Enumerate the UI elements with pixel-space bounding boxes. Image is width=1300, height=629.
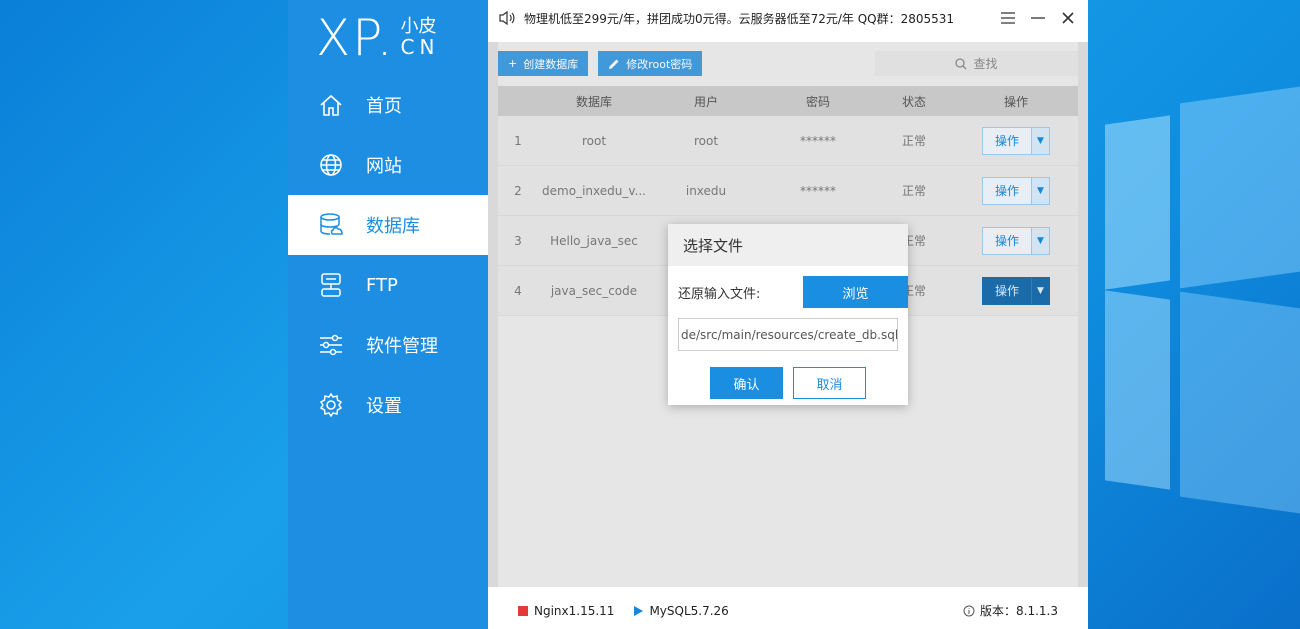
browse-button[interactable]: 浏览: [803, 276, 908, 308]
dialog-title: 选择文件: [668, 224, 908, 266]
cancel-button[interactable]: 取消: [793, 367, 866, 399]
announcement-bar: 物理机低至299元/年，拼团成功0元得。云服务器低至72元/年 QQ群：2805…: [488, 0, 1088, 36]
nginx-status[interactable]: Nginx1.15.11: [518, 604, 614, 618]
sliders-icon: [320, 334, 342, 356]
status-bar: Nginx1.15.11 MySQL5.7.26 版本：8.1.1.3: [488, 592, 1088, 629]
sidebar-item-label: 数据库: [366, 216, 420, 237]
plus-icon: +: [508, 57, 518, 70]
row-number: 4: [514, 283, 522, 298]
sidebar-item-label: 网站: [366, 156, 402, 177]
info-icon: [963, 605, 975, 616]
mysql-status[interactable]: MySQL5.7.26: [634, 603, 729, 618]
logo-top: 小皮: [400, 15, 437, 37]
row-action-button[interactable]: 操作 ▼: [982, 126, 1050, 155]
sidebar-item-label: 首页: [366, 96, 402, 117]
table-row: 2 demo_inxedu_v... inxedu ****** 正常 操作 ▼: [498, 166, 1078, 216]
table-header: 数据库 用户 密码 状态 操作: [498, 86, 1078, 116]
chevron-down-icon[interactable]: ▼: [1031, 177, 1049, 204]
sidebar-item-database[interactable]: 数据库: [288, 195, 488, 255]
header-password: 密码: [805, 94, 830, 109]
row-number: 3: [514, 233, 522, 248]
row-password: ******: [800, 133, 836, 148]
row-action-button[interactable]: 操作 ▼: [982, 176, 1050, 205]
sidebar: XP. 小皮 CN 首页 网站 数据库 FTP 软件管理 设置: [288, 0, 488, 629]
logo: XP. 小皮 CN: [288, 0, 488, 75]
chevron-down-icon[interactable]: ▼: [1031, 227, 1049, 254]
header-user: 用户: [693, 94, 718, 109]
sidebar-item-software[interactable]: 软件管理: [288, 315, 488, 375]
change-root-password-button[interactable]: 修改root密码: [598, 51, 703, 76]
row-password: ******: [800, 183, 836, 198]
search-placeholder: 查找: [973, 57, 998, 71]
row-database: demo_inxedu_v...: [542, 183, 646, 198]
search-input[interactable]: 查找: [875, 51, 1078, 76]
create-database-label: 创建数据库: [523, 57, 579, 71]
sidebar-item-label: 软件管理: [366, 336, 438, 357]
database-icon: [320, 213, 343, 235]
speaker-icon: [499, 10, 515, 26]
change-root-password-label: 修改root密码: [626, 57, 693, 71]
close-icon[interactable]: [1060, 10, 1076, 26]
action-label: 操作: [994, 184, 1019, 198]
row-database: root: [581, 133, 607, 148]
create-database-button[interactable]: + 创建数据库: [498, 51, 589, 76]
minimize-icon[interactable]: [1030, 10, 1046, 26]
row-database: java_sec_code: [550, 283, 638, 298]
sidebar-item-label: 设置: [366, 396, 402, 417]
nginx-label: Nginx1.15.11: [534, 603, 615, 618]
row-number: 2: [514, 183, 522, 198]
row-database: Hello_java_sec: [550, 233, 638, 248]
row-user: inxedu: [685, 183, 727, 198]
sidebar-item-ftp[interactable]: FTP: [288, 255, 488, 315]
logo-xp: XP.: [316, 8, 395, 67]
stopped-icon: [518, 605, 528, 616]
table-row: 1 root root ****** 正常 操作 ▼: [498, 116, 1078, 166]
ftp-icon: [321, 273, 341, 297]
chevron-down-icon[interactable]: ▼: [1031, 277, 1049, 304]
row-status: 正常: [901, 134, 926, 148]
header-action: 操作: [1003, 94, 1028, 109]
logo-bottom: CN: [400, 35, 440, 60]
sidebar-item-label: FTP: [366, 274, 398, 296]
confirm-button[interactable]: 确认: [710, 367, 783, 399]
file-path-input[interactable]: de/src/main/resources/create_db.sql: [678, 318, 898, 351]
announcement-text: 物理机低至299元/年，拼团成功0元得。云服务器低至72元/年 QQ群：2805…: [524, 11, 955, 26]
file-path-value: de/src/main/resources/create_db.sql: [681, 327, 898, 342]
row-action-button[interactable]: 操作 ▼: [982, 276, 1050, 305]
sidebar-item-website[interactable]: 网站: [288, 135, 488, 195]
version-label: 版本：8.1.1.3: [980, 604, 1058, 618]
running-icon: [634, 605, 644, 616]
action-label: 操作: [994, 234, 1019, 248]
sidebar-item-settings[interactable]: 设置: [288, 375, 488, 435]
home-icon: [320, 94, 342, 116]
search-icon: [955, 57, 967, 69]
action-label: 操作: [994, 284, 1019, 298]
row-user: root: [693, 133, 719, 148]
chevron-down-icon[interactable]: ▼: [1031, 127, 1049, 154]
globe-icon: [320, 154, 342, 176]
sidebar-item-home[interactable]: 首页: [288, 75, 488, 135]
restore-file-label: 还原输入文件:: [678, 286, 761, 302]
gear-icon: [319, 392, 343, 418]
header-database: 数据库: [575, 94, 612, 109]
row-number: 1: [514, 133, 522, 148]
menu-icon[interactable]: [1000, 10, 1016, 26]
header-status: 状态: [901, 94, 926, 109]
row-status: 正常: [901, 184, 926, 198]
toolbar: + 创建数据库 修改root密码: [498, 51, 703, 76]
pencil-icon: [609, 59, 619, 69]
select-file-dialog: 选择文件 还原输入文件: 浏览 de/src/main/resources/cr…: [668, 224, 908, 405]
row-action-button[interactable]: 操作 ▼: [982, 226, 1050, 255]
version-info: 版本：8.1.1.3: [963, 602, 1088, 619]
mysql-label: MySQL5.7.26: [649, 603, 729, 618]
action-label: 操作: [994, 134, 1019, 148]
